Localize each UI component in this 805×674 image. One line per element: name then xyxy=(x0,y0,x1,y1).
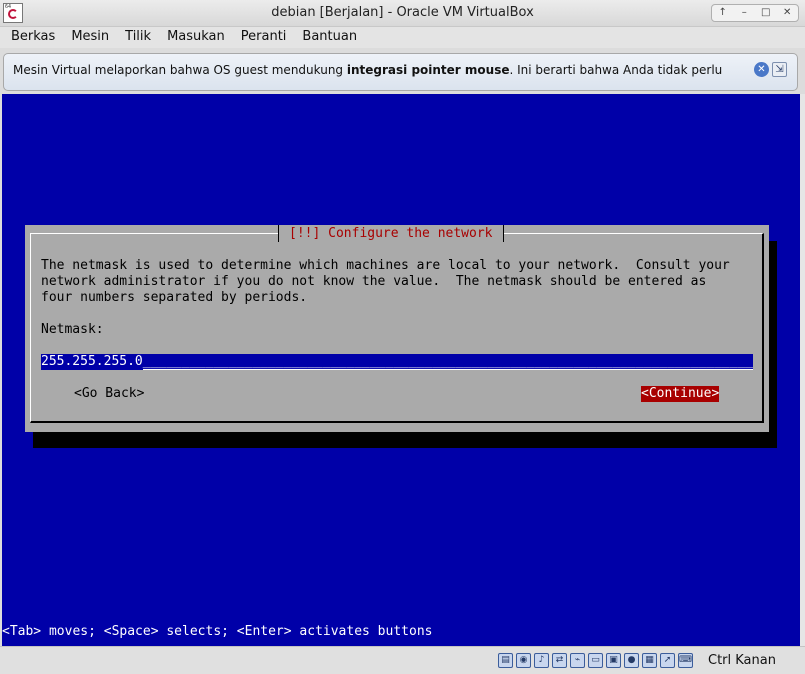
window-title: debian [Berjalan] - Oracle VM VirtualBox xyxy=(271,5,534,20)
installer-dialog: [!!] Configure the network The netmask i… xyxy=(25,225,769,432)
window-titlebar: 64 debian [Berjalan] - Oracle VM Virtual… xyxy=(0,0,805,27)
close-button[interactable]: ✕ xyxy=(779,6,795,20)
audio-icon[interactable]: ♪ xyxy=(534,653,549,668)
hard-disk-icon[interactable]: ▤ xyxy=(498,653,513,668)
cpu-icon[interactable]: ▦ xyxy=(642,653,657,668)
menu-berkas[interactable]: Berkas xyxy=(0,27,63,48)
minimize-button[interactable]: – xyxy=(736,6,752,20)
statusbar: ▤ ◉ ♪ ⇄ ⌁ ▭ ▣ ● ▦ ➚ ⌨ Ctrl Kanan xyxy=(0,646,805,674)
mouse-integration-notice: Mesin Virtual melaporkan bahwa OS guest … xyxy=(3,53,798,91)
device-indicators: ▤ ◉ ♪ ⇄ ⌁ ▭ ▣ ● ▦ ➚ ⌨ xyxy=(498,653,693,668)
notice-message: Mesin Virtual melaporkan bahwa OS guest … xyxy=(13,63,722,77)
menubar: Berkas Mesin Tilik Masukan Peranti Bantu… xyxy=(0,27,805,48)
close-notice-icon[interactable]: ✕ xyxy=(754,62,769,77)
menu-mesin[interactable]: Mesin xyxy=(63,27,117,48)
continue-button[interactable]: <Continue> xyxy=(641,386,720,402)
netmask-value: 255.255.255.0 xyxy=(41,354,143,369)
usb-icon[interactable]: ⌁ xyxy=(570,653,585,668)
menu-peranti[interactable]: Peranti xyxy=(233,27,295,48)
notice-text-before: Mesin Virtual melaporkan bahwa OS guest … xyxy=(13,63,347,77)
key-hint: <Tab> moves; <Space> selects; <Enter> ac… xyxy=(2,624,433,639)
keep-above-button[interactable]: ↑ xyxy=(715,6,731,20)
notice-text-after: . Ini berarti bahwa Anda tidak perlu xyxy=(509,63,723,77)
shared-folders-icon[interactable]: ▭ xyxy=(588,653,603,668)
network-icon[interactable]: ⇄ xyxy=(552,653,567,668)
maximize-button[interactable]: □ xyxy=(758,6,774,20)
do-not-show-again-icon[interactable]: ⇲ xyxy=(772,62,787,77)
dialog-title: [!!] Configure the network xyxy=(278,225,504,242)
host-key-label: Ctrl Kanan xyxy=(708,653,776,668)
input-fill: ________________________________________… xyxy=(142,354,753,370)
screen-edge xyxy=(800,94,805,646)
window-controls: ↑ – □ ✕ xyxy=(711,4,799,22)
vm-screen[interactable]: [!!] Configure the network The netmask i… xyxy=(2,94,800,646)
netmask-label: Netmask: xyxy=(41,322,104,337)
dialog-description: The netmask is used to determine which m… xyxy=(41,258,730,305)
go-back-button[interactable]: <Go Back> xyxy=(74,386,144,402)
menu-masukan[interactable]: Masukan xyxy=(159,27,233,48)
optical-drive-icon[interactable]: ◉ xyxy=(516,653,531,668)
video-capture-icon[interactable]: ● xyxy=(624,653,639,668)
menu-bantuan[interactable]: Bantuan xyxy=(294,27,365,48)
netmask-input[interactable]: 255.255.255.0___________________________… xyxy=(41,354,753,370)
notice-text-bold: integrasi pointer mouse xyxy=(346,63,510,77)
menu-tilik[interactable]: Tilik xyxy=(117,27,159,48)
keyboard-capture-icon[interactable]: ⌨ xyxy=(678,653,693,668)
display-icon[interactable]: ▣ xyxy=(606,653,621,668)
mouse-integration-icon[interactable]: ➚ xyxy=(660,653,675,668)
